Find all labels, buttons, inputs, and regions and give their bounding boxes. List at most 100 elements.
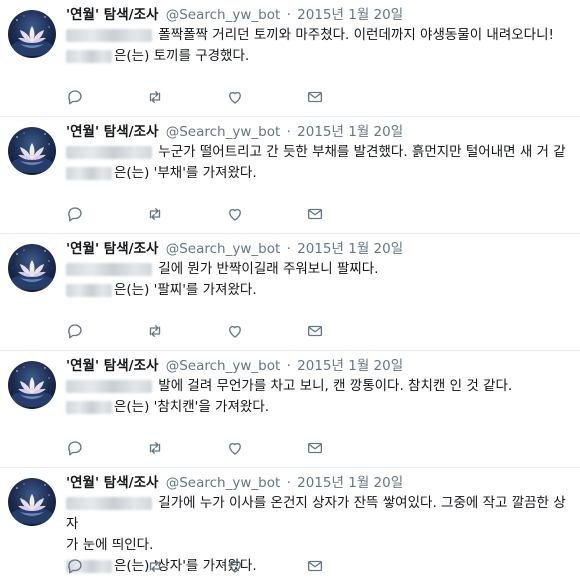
tweet[interactable]: '연월' 탐색/조사 @Search_yw_bot · 2015년 1월 20일… (0, 351, 580, 468)
reply-icon (66, 205, 84, 227)
display-name[interactable]: '연월' 탐색/조사 (66, 241, 158, 257)
tweet-text: 누군가 떨어트리고 간 듯한 부채를 발견했다. 흙먼지만 털어내면 새 거 같… (66, 142, 574, 184)
tweet-text: 길에 뭔가 반짝이길래 주워보니 팔찌다. 은(는) '팔찌'를 가져왔다. (66, 259, 574, 301)
redacted-mention (66, 262, 152, 276)
message-button[interactable] (306, 90, 386, 108)
user-handle[interactable]: @Search_yw_bot (166, 124, 281, 140)
like-icon (226, 557, 244, 579)
user-handle[interactable]: @Search_yw_bot (166, 7, 281, 23)
tweet-line-text: 은(는) '팔찌'를 가져왔다. (114, 282, 257, 298)
tweet-line-text: 은(는) '참치캔'을 가져왔다. (114, 399, 270, 415)
avatar[interactable] (8, 478, 56, 526)
user-handle[interactable]: @Search_yw_bot (166, 358, 281, 374)
tweet-content: '연월' 탐색/조사 @Search_yw_bot · 2015년 1월 20일… (66, 6, 574, 67)
separator: · (286, 241, 291, 257)
display-name[interactable]: '연월' 탐색/조사 (66, 475, 158, 491)
reply-button[interactable] (66, 441, 146, 459)
like-button[interactable] (226, 441, 306, 459)
redacted-name (66, 283, 112, 297)
display-name[interactable]: '연월' 탐색/조사 (66, 358, 158, 374)
tweet-line-text: 은(는) 토끼를 구경했다. (114, 48, 250, 64)
tweet-date[interactable]: 2015년 1월 20일 (297, 124, 403, 140)
redacted-mention (66, 28, 152, 42)
tweet-line-3: 은(는) '참치캔'을 가져왔다. (66, 397, 574, 418)
reply-button[interactable] (66, 559, 146, 577)
message-button[interactable] (306, 324, 386, 342)
tweet-header: '연월' 탐색/조사 @Search_yw_bot · 2015년 1월 20일 (66, 240, 574, 259)
message-button[interactable] (306, 207, 386, 225)
tweet-content: '연월' 탐색/조사 @Search_yw_bot · 2015년 1월 20일… (66, 240, 574, 301)
timeline: '연월' 탐색/조사 @Search_yw_bot · 2015년 1월 20일… (0, 0, 580, 585)
reply-icon (66, 557, 84, 579)
tweet-line-text: 은(는) '부채'를 가져왔다. (114, 165, 257, 181)
message-button[interactable] (306, 559, 386, 577)
separator: · (286, 124, 291, 140)
redacted-name (66, 400, 112, 414)
tweet-line-3: 은(는) '부채'를 가져왔다. (66, 163, 574, 184)
tweet[interactable]: '연월' 탐색/조사 @Search_yw_bot · 2015년 1월 20일… (0, 117, 580, 234)
tweet-line-3: 은(는) 토끼를 구경했다. (66, 46, 574, 67)
tweet-content: '연월' 탐색/조사 @Search_yw_bot · 2015년 1월 20일… (66, 123, 574, 184)
tweet-actions (66, 90, 386, 108)
reply-button[interactable] (66, 324, 146, 342)
retweet-icon (146, 205, 164, 227)
message-button[interactable] (306, 441, 386, 459)
retweet-button[interactable] (146, 207, 226, 225)
tweet-header: '연월' 탐색/조사 @Search_yw_bot · 2015년 1월 20일 (66, 357, 574, 376)
separator: · (286, 358, 291, 374)
tweet[interactable]: '연월' 탐색/조사 @Search_yw_bot · 2015년 1월 20일… (0, 234, 580, 351)
retweet-button[interactable] (146, 559, 226, 577)
avatar[interactable] (8, 244, 56, 292)
user-handle[interactable]: @Search_yw_bot (166, 475, 281, 491)
tweet-line-text: 발에 걸려 무언가를 차고 보니, 캔 깡통이다. 참치캔 인 것 같다. (158, 378, 513, 394)
like-button[interactable] (226, 90, 306, 108)
reply-button[interactable] (66, 207, 146, 225)
retweet-button[interactable] (146, 90, 226, 108)
tweet-line-1: 누군가 떨어트리고 간 듯한 부채를 발견했다. 흙먼지만 털어내면 새 거 같 (66, 142, 574, 163)
retweet-icon (146, 88, 164, 110)
retweet-icon (146, 439, 164, 461)
avatar[interactable] (8, 127, 56, 175)
redacted-name (66, 49, 112, 63)
retweet-button[interactable] (146, 441, 226, 459)
tweet-actions (66, 559, 386, 577)
retweet-icon (146, 557, 164, 579)
tweet-date[interactable]: 2015년 1월 20일 (297, 7, 403, 23)
retweet-icon (146, 322, 164, 344)
retweet-button[interactable] (146, 324, 226, 342)
tweet-actions (66, 324, 386, 342)
message-icon (306, 439, 324, 461)
like-button[interactable] (226, 207, 306, 225)
display-name[interactable]: '연월' 탐색/조사 (66, 7, 158, 23)
reply-button[interactable] (66, 90, 146, 108)
like-button[interactable] (226, 559, 306, 577)
like-icon (226, 322, 244, 344)
tweet[interactable]: '연월' 탐색/조사 @Search_yw_bot · 2015년 1월 20일… (0, 468, 580, 585)
tweet-line-text: 폴짝폴짝 거리던 토끼와 마주쳤다. 이런데까지 야생동물이 내려오다니! (158, 27, 554, 43)
redacted-mention (66, 145, 152, 159)
separator: · (286, 475, 291, 491)
tweet-content: '연월' 탐색/조사 @Search_yw_bot · 2015년 1월 20일… (66, 357, 574, 418)
tweet[interactable]: '연월' 탐색/조사 @Search_yw_bot · 2015년 1월 20일… (0, 0, 580, 117)
avatar[interactable] (8, 361, 56, 409)
separator: · (286, 7, 291, 23)
tweet-line-2: 가 눈에 띄인다. (66, 537, 154, 553)
user-handle[interactable]: @Search_yw_bot (166, 241, 281, 257)
tweet-line-text: 누군가 떨어트리고 간 듯한 부채를 발견했다. 흙먼지만 털어내면 새 거 같 (158, 144, 566, 160)
tweet-date[interactable]: 2015년 1월 20일 (297, 358, 403, 374)
reply-icon (66, 439, 84, 461)
reply-icon (66, 88, 84, 110)
redacted-mention (66, 496, 152, 510)
like-button[interactable] (226, 324, 306, 342)
like-icon (226, 439, 244, 461)
tweet-header: '연월' 탐색/조사 @Search_yw_bot · 2015년 1월 20일 (66, 123, 574, 142)
redacted-name (66, 166, 112, 180)
tweet-date[interactable]: 2015년 1월 20일 (297, 241, 403, 257)
display-name[interactable]: '연월' 탐색/조사 (66, 124, 158, 140)
tweet-text: 폴짝폴짝 거리던 토끼와 마주쳤다. 이런데까지 야생동물이 내려오다니! 은(… (66, 25, 574, 67)
tweet-line-1: 길에 뭔가 반짝이길래 주워보니 팔찌다. (66, 259, 574, 280)
tweet-line-text: 길에 뭔가 반짝이길래 주워보니 팔찌다. (158, 261, 379, 277)
avatar[interactable] (8, 10, 56, 58)
tweet-line-1: 폴짝폴짝 거리던 토끼와 마주쳤다. 이런데까지 야생동물이 내려오다니! (66, 25, 574, 46)
tweet-date[interactable]: 2015년 1월 20일 (297, 475, 403, 491)
